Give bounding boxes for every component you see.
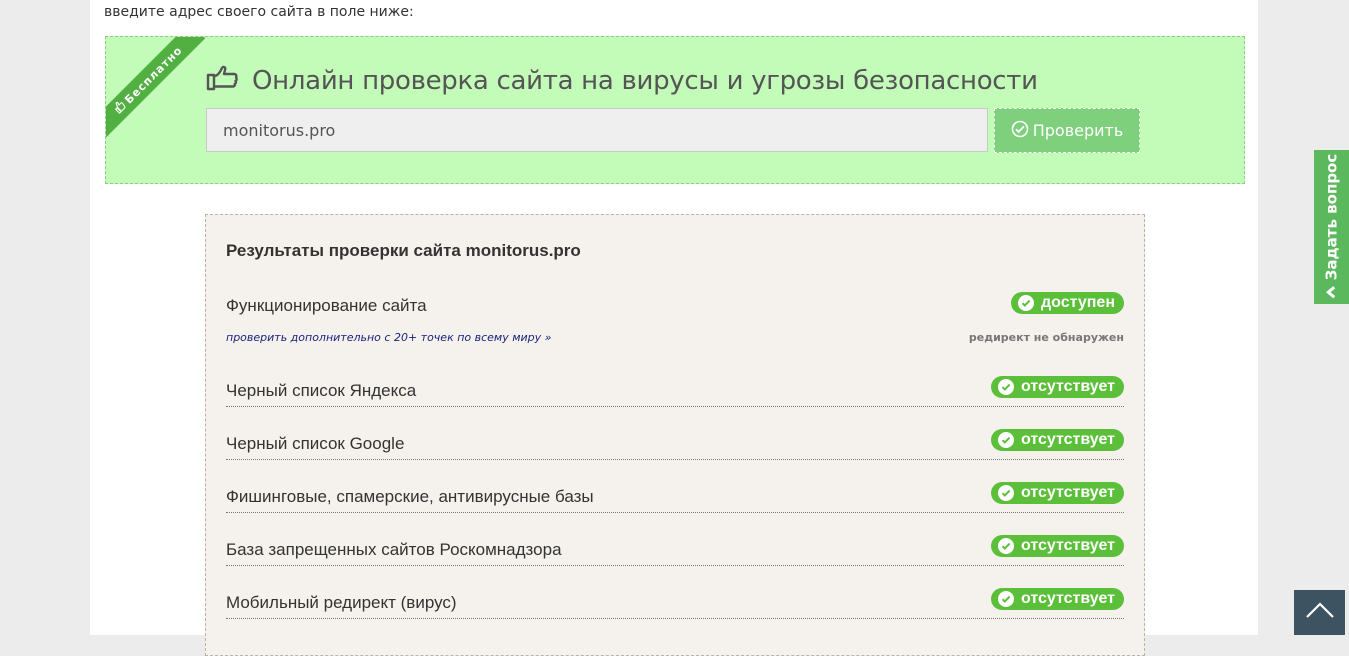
thumb-icon [111, 99, 129, 117]
status-text: отсутствует [1021, 378, 1115, 395]
result-row: Мобильный редирект (вирус) отсутствует [226, 588, 1124, 619]
check-heading: Онлайн проверка сайта на вирусы и угрозы… [206, 65, 1038, 96]
result-row: Черный список Яндекса отсутствует [226, 376, 1124, 407]
result-row: Фишинговые, спамерские, антивирусные баз… [226, 482, 1124, 513]
check-circle-icon [1011, 120, 1029, 142]
status-badge: отсутствует [991, 376, 1124, 398]
extra-check-link[interactable]: проверить дополнительно с 20+ точек по в… [226, 331, 551, 344]
status-text: доступен [1041, 294, 1115, 311]
result-label: Функционирование сайта [226, 296, 427, 315]
check-button[interactable]: Проверить [994, 108, 1140, 153]
free-ribbon-label: Бесплатно [121, 43, 185, 107]
checkmark-icon [998, 379, 1014, 395]
chevron-up-icon [1305, 601, 1335, 624]
status-badge: отсутствует [991, 535, 1124, 557]
checkmark-icon [998, 538, 1014, 554]
checkmark-icon [1018, 295, 1035, 311]
ask-question-label: Задать вопрос [1322, 153, 1341, 281]
status-text: отсутствует [1021, 431, 1115, 448]
page-content: введите адрес своего сайта в поле ниже: … [90, 0, 1258, 656]
result-label: База запрещенных сайтов Роскомнадзора [226, 540, 562, 559]
status-badge: отсутствует [991, 429, 1124, 451]
result-row: База запрещенных сайтов Роскомнадзора от… [226, 535, 1124, 566]
site-url-input[interactable] [206, 108, 988, 152]
status-text: отсутствует [1021, 484, 1115, 501]
checkmark-icon [998, 591, 1014, 607]
result-row-availability: Функционирование сайта доступен [226, 291, 1124, 321]
free-ribbon: Бесплатно [106, 37, 206, 138]
check-button-label: Проверить [1032, 121, 1124, 140]
ask-question-tab[interactable]: Задать вопрос [1314, 150, 1349, 304]
check-title: Онлайн проверка сайта на вирусы и угрозы… [252, 65, 1038, 96]
results-panel: Результаты проверки сайта monitorus.pro … [205, 214, 1145, 656]
scroll-to-top-button[interactable] [1294, 590, 1345, 635]
status-badge: отсутствует [991, 588, 1124, 610]
status-badge: отсутствует [991, 482, 1124, 504]
hand-pointer-icon [206, 65, 238, 96]
status-text: отсутствует [1021, 590, 1115, 607]
result-label: Черный список Google [226, 434, 405, 453]
availability-extra: проверить дополнительно с 20+ точек по в… [226, 331, 1124, 345]
result-label: Мобильный редирект (вирус) [226, 593, 457, 612]
redirect-note: редирект не обнаружен [968, 331, 1124, 344]
checkmark-icon [998, 432, 1014, 448]
chevron-left-icon [1326, 285, 1338, 303]
status-badge: доступен [1011, 292, 1124, 314]
intro-text: введите адрес своего сайта в поле ниже: [104, 4, 414, 20]
checkmark-icon [998, 485, 1014, 501]
site-check-panel: Бесплатно Онлайн проверка сайта на вирус… [105, 36, 1245, 184]
results-title: Результаты проверки сайта monitorus.pro [226, 241, 581, 260]
result-label: Черный список Яндекса [226, 381, 417, 400]
result-label: Фишинговые, спамерские, антивирусные баз… [226, 487, 594, 506]
status-text: отсутствует [1021, 537, 1115, 554]
result-row: Черный список Google отсутствует [226, 429, 1124, 460]
